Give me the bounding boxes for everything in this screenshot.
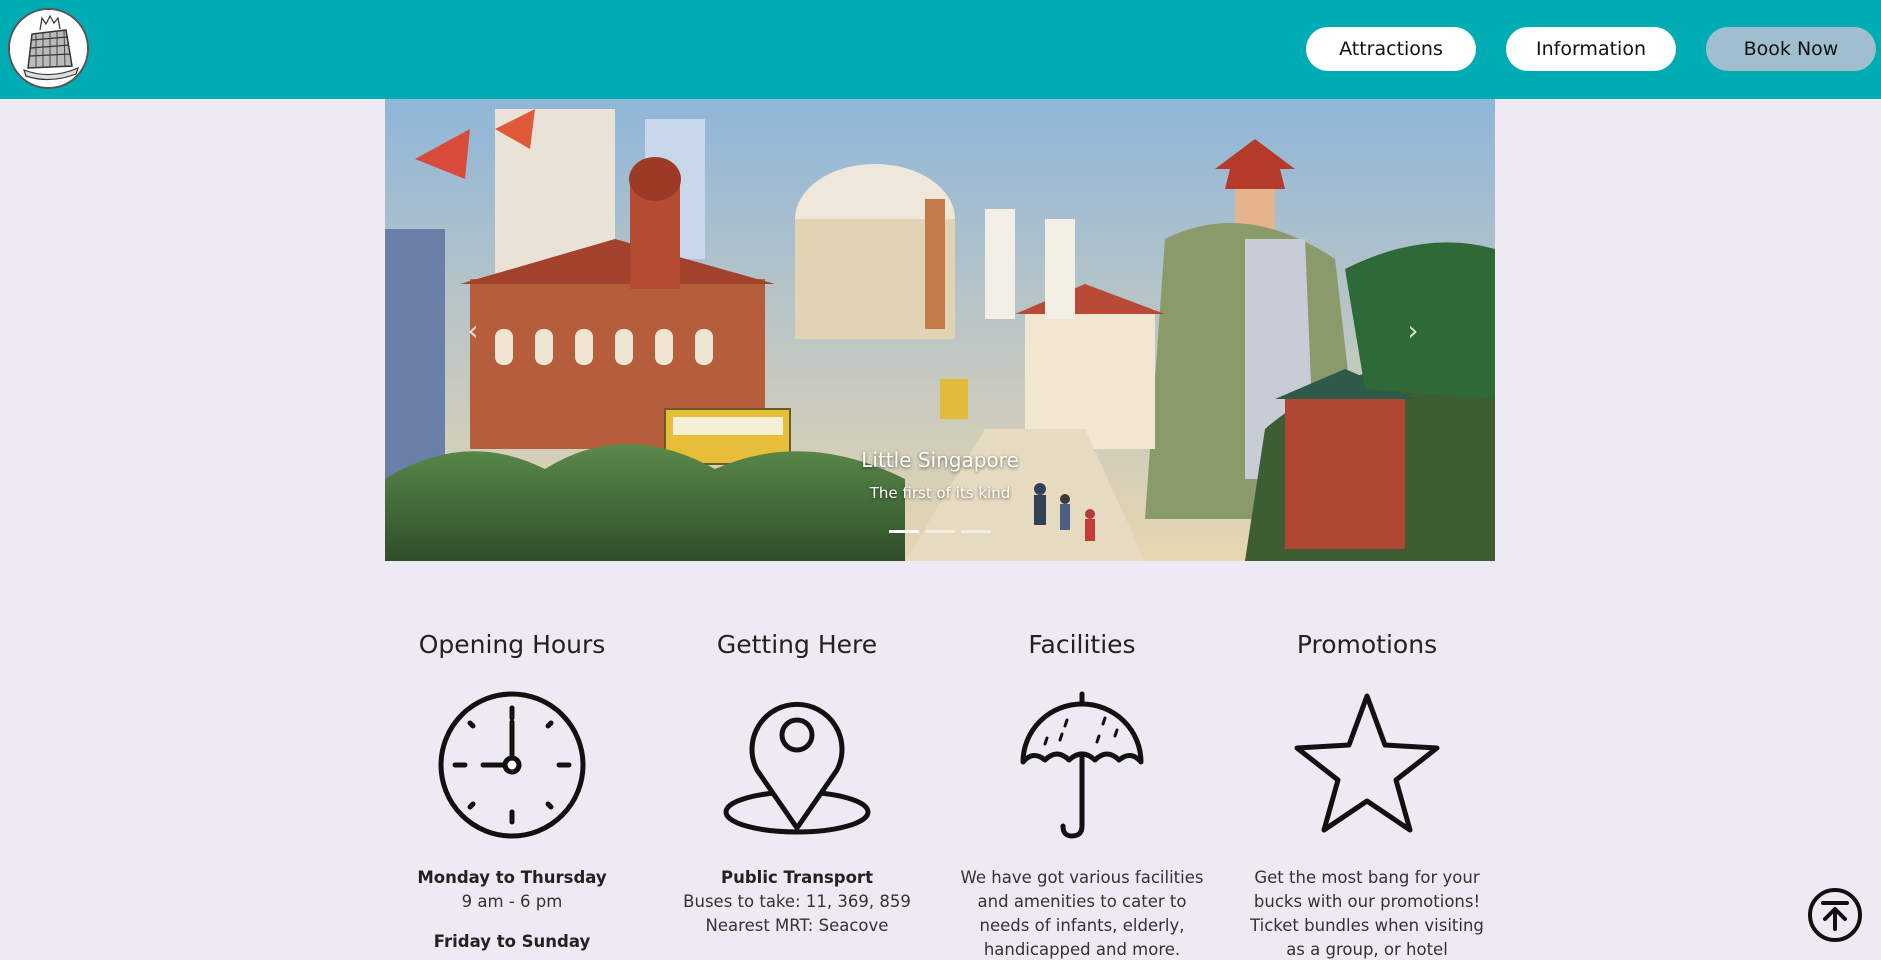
- carousel-next-icon[interactable]: ›: [1403, 314, 1423, 348]
- map-pin-icon: [723, 701, 871, 835]
- nearest-mrt: Nearest MRT: Seacove: [705, 916, 889, 935]
- getting-here-section: Getting Here Public Transport Buses to t…: [662, 630, 932, 938]
- weekday-hours: 9 am - 6 pm: [461, 892, 563, 911]
- promotions-section: Promotions Get the most bang for your bu…: [1232, 630, 1502, 960]
- carousel-indicators: [889, 530, 991, 533]
- book-now-button[interactable]: Book Now: [1706, 27, 1876, 71]
- umbrella-icon: [1020, 691, 1144, 839]
- star-icon: [1294, 693, 1440, 833]
- promotions-title: Promotions: [1296, 630, 1438, 659]
- opening-hours-section: Opening Hours Monday to Thursday 9 am - …: [377, 630, 647, 954]
- promotions-line-3: Ticket bundles when visiting: [1250, 916, 1484, 935]
- facilities-line-4: handicapped and more.: [983, 940, 1181, 959]
- weekday-label: Monday to Thursday: [417, 868, 607, 887]
- colosseum-logo-icon[interactable]: [8, 8, 89, 89]
- facilities-line-1: We have got various facilities: [960, 868, 1204, 887]
- carousel-caption-subtitle: The first of its kind: [869, 484, 1011, 502]
- back-to-top-button[interactable]: [1808, 888, 1862, 942]
- getting-here-title: Getting Here: [716, 630, 878, 659]
- weekend-label: Friday to Sunday: [433, 932, 591, 951]
- nav-information-button[interactable]: Information: [1506, 27, 1676, 71]
- carousel-indicator-1[interactable]: [889, 530, 919, 533]
- transport-label: Public Transport: [721, 868, 873, 887]
- opening-hours-title: Opening Hours: [418, 630, 606, 659]
- carousel-caption-title: Little Singapore: [861, 448, 1019, 472]
- hero-carousel[interactable]: ‹ › Little Singapore The first of its ki…: [385, 99, 1495, 561]
- facilities-line-3: needs of infants, elderly,: [979, 916, 1185, 935]
- arrow-up-circle-icon: [1821, 901, 1849, 931]
- facilities-section: Facilities We have got various facilitie…: [947, 630, 1217, 960]
- nav-attractions-button[interactable]: Attractions: [1306, 27, 1476, 71]
- promotions-line-4: as a group, or hotel: [1286, 940, 1448, 959]
- carousel-prev-icon[interactable]: ‹: [463, 314, 483, 348]
- clock-icon: [438, 691, 586, 839]
- facilities-line-2: and amenities to cater to: [977, 892, 1187, 911]
- navbar: Attractions Information Book Now: [0, 0, 1881, 99]
- carousel-indicator-3[interactable]: [961, 530, 991, 533]
- bus-routes: Buses to take: 11, 369, 859: [683, 892, 911, 911]
- promotions-line-2: bucks with our promotions!: [1253, 892, 1481, 911]
- carousel-indicator-2[interactable]: [925, 530, 955, 533]
- promotions-line-1: Get the most bang for your: [1254, 868, 1480, 887]
- facilities-title: Facilities: [1028, 630, 1136, 659]
